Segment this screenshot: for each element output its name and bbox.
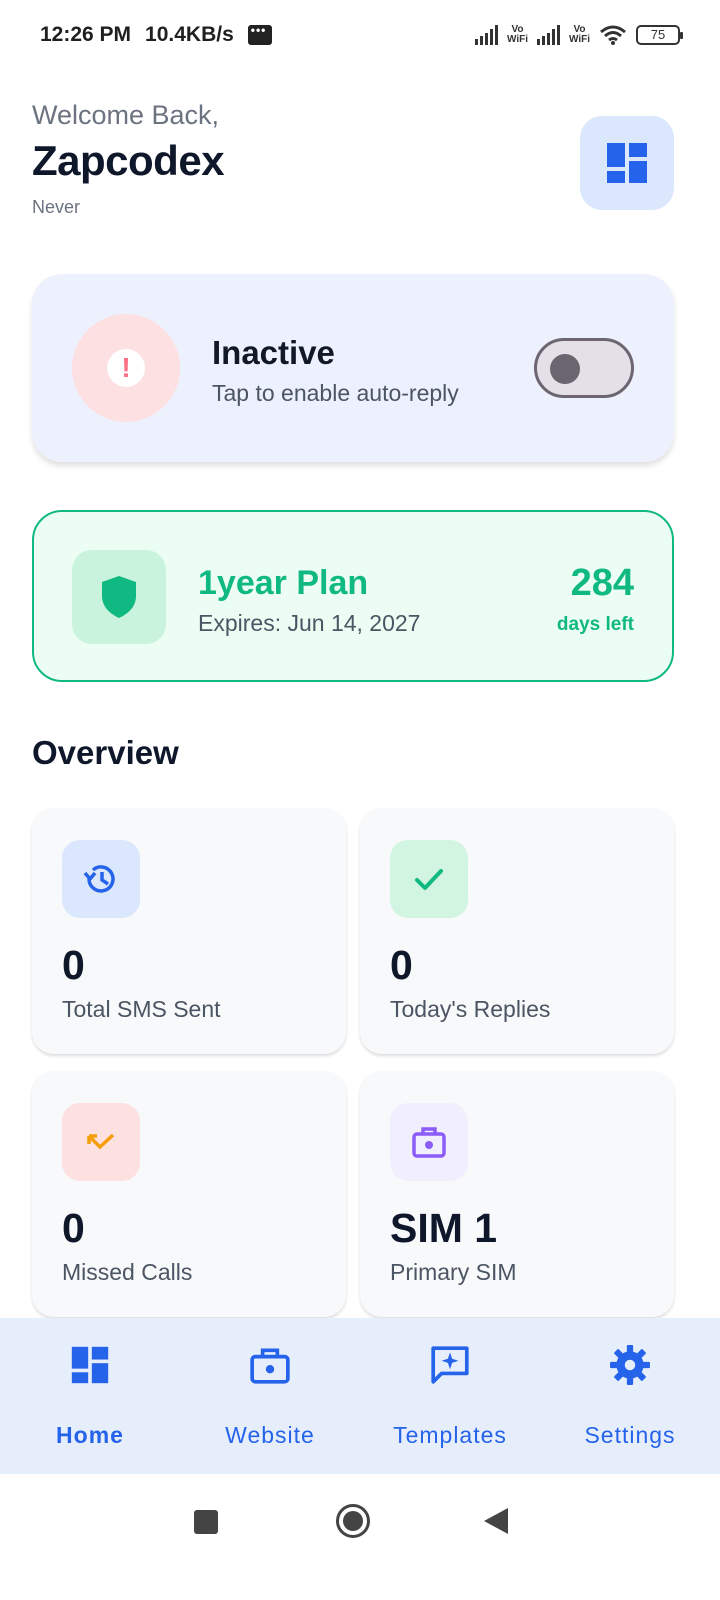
status-bar: 12:26 PM 10.4KB/s VoWiFi VoWiFi 75 [0, 0, 720, 70]
nav-label: Home [56, 1422, 124, 1448]
stat-value: 0 [62, 942, 85, 988]
battery-icon: 75 [636, 25, 683, 45]
stat-value: SIM 1 [390, 1205, 498, 1251]
stat-icon-box [62, 1103, 140, 1181]
status-right: Vo WiFi Vo WiFi 75 [474, 24, 683, 46]
stat-value: 0 [390, 942, 413, 988]
signal-icon [474, 25, 498, 45]
overview-title: Overview [32, 734, 179, 771]
days-left-label: days left [556, 614, 634, 635]
nav-label: Templates [393, 1422, 507, 1448]
plan-icon-box [72, 550, 166, 644]
check-icon [415, 869, 443, 890]
back-button[interactable] [484, 1508, 508, 1534]
sim-icon [412, 1127, 446, 1158]
alert-icon: ! [107, 349, 145, 387]
nav-item-website[interactable]: Website [182, 1318, 358, 1474]
header: Welcome Back, Zapcodex Never [32, 100, 688, 220]
signal-icon-2 [536, 25, 560, 45]
dashboard-button[interactable] [580, 116, 674, 210]
status-title: Inactive [212, 334, 335, 371]
shield-icon [102, 576, 136, 618]
plan-title: 1year Plan [198, 564, 369, 602]
stat-label: Missed Calls [62, 1259, 193, 1285]
stat-label: Total SMS Sent [62, 996, 221, 1022]
stat-icon-box [390, 1103, 468, 1181]
stat-card-sms-sent[interactable]: 0 Total SMS Sent [32, 808, 346, 1054]
vowifi-icon: Vo WiFi [506, 24, 528, 45]
wifi-icon [600, 25, 626, 45]
status-time: 12:26 PM [40, 23, 132, 46]
stat-label: Primary SIM [390, 1259, 517, 1285]
message-notification-icon [247, 23, 272, 45]
plan-card[interactable]: 1year Plan Expires: Jun 14, 2027 284 day… [32, 510, 674, 682]
stat-card-todays-replies[interactable]: 0 Today's Replies [360, 808, 674, 1054]
vowifi-icon-2: Vo WiFi [568, 24, 590, 45]
nav-item-settings[interactable]: Settings [542, 1318, 718, 1474]
stat-icon-box [62, 840, 140, 918]
system-navigation-bar [0, 1474, 720, 1600]
network-speed: 10.4KB/s [145, 23, 234, 46]
auto-reply-status-card[interactable]: ! Inactive Tap to enable auto-reply [32, 274, 674, 462]
status-left: 12:26 PM 10.4KB/s [40, 23, 272, 47]
dashboard-icon [607, 143, 647, 183]
stat-icon-box [390, 840, 468, 918]
home-button[interactable] [336, 1504, 370, 1538]
stat-card-missed-calls[interactable]: 0 Missed Calls [32, 1071, 346, 1317]
history-icon [83, 865, 115, 893]
stat-label: Today's Replies [390, 996, 551, 1022]
days-left-count: 284 [570, 562, 634, 604]
stat-card-primary-sim[interactable]: SIM 1 Primary SIM [360, 1071, 674, 1317]
nav-label: Website [225, 1422, 315, 1448]
stat-value: 0 [62, 1205, 85, 1251]
bottom-navigation: Home Website Templates Settings [0, 1318, 720, 1474]
templates-icon [429, 1344, 471, 1386]
dashboard-icon [69, 1344, 111, 1386]
plan-expiry: Expires: Jun 14, 2027 [198, 610, 421, 636]
recents-button[interactable] [194, 1510, 218, 1534]
status-subtitle: Tap to enable auto-reply [212, 380, 459, 406]
gear-icon [609, 1344, 651, 1386]
website-icon [249, 1344, 291, 1386]
nav-item-home[interactable]: Home [2, 1318, 178, 1474]
nav-item-templates[interactable]: Templates [362, 1318, 538, 1474]
nav-label: Settings [584, 1422, 676, 1448]
missed-call-icon [87, 1133, 115, 1150]
toggle-knob [550, 354, 580, 384]
alert-badge: ! [72, 314, 180, 422]
auto-reply-toggle[interactable] [534, 338, 634, 398]
